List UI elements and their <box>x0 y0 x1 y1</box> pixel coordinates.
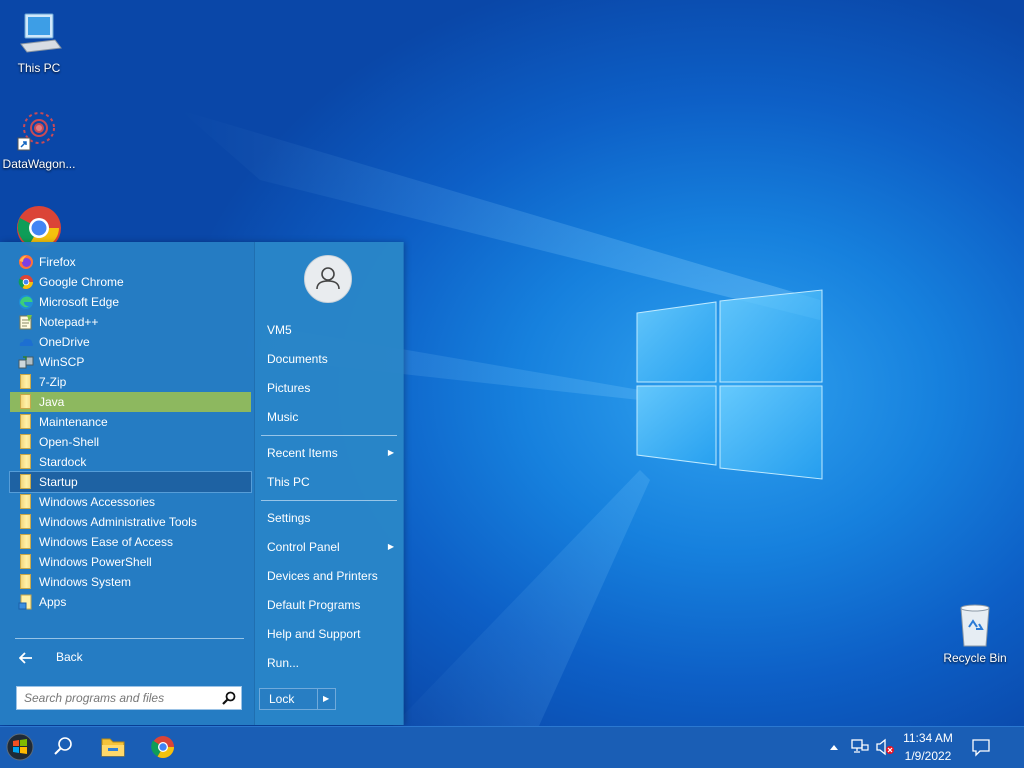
program-item-startup[interactable]: Startup <box>9 471 252 493</box>
documents-item[interactable]: Documents <box>260 348 398 370</box>
chevron-right-icon[interactable]: ▶ <box>323 694 329 703</box>
onedrive-icon <box>18 334 34 350</box>
programs-separator <box>15 638 244 639</box>
show-hidden-icons-button[interactable] <box>826 739 842 755</box>
folder-icon <box>20 574 31 589</box>
program-item-windows-administrative-tools[interactable]: Windows Administrative Tools <box>10 512 251 532</box>
help-and-support-item[interactable]: Help and Support <box>260 623 398 645</box>
places-separator <box>261 500 397 501</box>
network-tray-button[interactable] <box>850 737 870 757</box>
chrome-icon <box>18 274 34 290</box>
lock-button[interactable]: Lock ▶ <box>259 688 336 710</box>
desktop-icon-datawagon[interactable]: DataWagon... <box>0 106 81 171</box>
taskbar-search-button[interactable] <box>42 727 86 768</box>
search-box[interactable] <box>16 686 242 710</box>
folder-icon <box>20 554 31 569</box>
folder-icon <box>20 434 31 449</box>
program-item-windows-accessories[interactable]: Windows Accessories <box>10 492 251 512</box>
this-pc-item[interactable]: This PC <box>260 471 398 493</box>
control-panel-item[interactable]: Control Panel ▶ <box>260 536 398 558</box>
arrow-left-icon <box>18 650 33 672</box>
computer-icon <box>15 10 63 58</box>
folder-icon <box>20 474 31 489</box>
settings-item[interactable]: Settings <box>260 507 398 529</box>
apps-folder-icon <box>18 594 34 610</box>
run-item[interactable]: Run... <box>260 652 398 674</box>
folder-icon <box>20 414 31 429</box>
program-item-windows-system[interactable]: Windows System <box>10 572 251 592</box>
pictures-item[interactable]: Pictures <box>260 377 398 399</box>
user-name-item[interactable]: VM5 <box>260 319 398 341</box>
program-item-stardock[interactable]: Stardock <box>10 452 251 472</box>
desktop-icon-label: This PC <box>17 61 61 75</box>
search-input[interactable] <box>17 687 213 709</box>
folder-icon <box>20 374 31 389</box>
desktop-icon-recycle-bin[interactable]: Recycle Bin <box>933 600 1017 665</box>
lock-button-divider <box>317 689 318 709</box>
program-item-apps[interactable]: Apps <box>10 592 251 612</box>
desktop-icon-label: DataWagon... <box>2 157 76 171</box>
program-item-onedrive[interactable]: OneDrive <box>10 332 251 352</box>
folder-icon <box>20 394 31 409</box>
search-icon <box>54 737 72 755</box>
start-menu-programs-pane: Firefox Google Chrome Microsoft Edge Not… <box>0 242 254 725</box>
default-programs-item[interactable]: Default Programs <box>260 594 398 616</box>
program-list: Firefox Google Chrome Microsoft Edge Not… <box>9 252 252 612</box>
taskbar-chrome-button[interactable] <box>141 727 185 768</box>
folder-icon <box>20 514 31 529</box>
music-item[interactable]: Music <box>260 406 398 428</box>
program-item-google-chrome[interactable]: Google Chrome <box>10 272 251 292</box>
program-item-microsoft-edge[interactable]: Microsoft Edge <box>10 292 251 312</box>
recycle-bin-icon <box>951 600 999 648</box>
program-item-notepad-plus-plus[interactable]: Notepad++ <box>10 312 251 332</box>
taskbar-file-explorer-button[interactable] <box>91 727 135 768</box>
program-item-firefox[interactable]: Firefox <box>10 252 251 272</box>
program-item-windows-ease-of-access[interactable]: Windows Ease of Access <box>10 532 251 552</box>
firefox-icon <box>18 254 34 270</box>
start-menu: Firefox Google Chrome Microsoft Edge Not… <box>0 242 404 725</box>
chrome-icon[interactable] <box>15 204 63 250</box>
search-icon[interactable] <box>222 691 236 710</box>
clock-time[interactable]: 11:34 AM <box>893 731 963 745</box>
chevron-right-icon: ▶ <box>387 448 394 457</box>
chrome-icon <box>151 736 174 758</box>
taskbar: 11:34 AM 1/9/2022 <box>0 726 1024 768</box>
start-button[interactable] <box>0 727 44 768</box>
program-item-windows-powershell[interactable]: Windows PowerShell <box>10 552 251 572</box>
start-orb-icon <box>6 733 34 761</box>
edge-icon <box>18 294 34 310</box>
notepad-plus-icon <box>18 314 34 330</box>
user-icon <box>316 267 340 290</box>
back-button[interactable]: Back <box>10 646 251 668</box>
notification-icon <box>972 739 990 757</box>
start-menu-places-pane: VM5 Documents Pictures Music Recent Item… <box>254 242 404 725</box>
network-icon <box>851 739 869 753</box>
folder-icon <box>20 454 31 469</box>
chevron-up-icon <box>830 745 838 750</box>
user-avatar[interactable] <box>304 255 352 303</box>
recent-items-item[interactable]: Recent Items ▶ <box>260 442 398 464</box>
folder-icon <box>20 534 31 549</box>
program-item-java[interactable]: Java <box>10 392 251 412</box>
program-item-open-shell[interactable]: Open-Shell <box>10 432 251 452</box>
places-separator <box>261 435 397 436</box>
chevron-right-icon: ▶ <box>387 542 394 551</box>
desktop-icon-this-pc[interactable]: This PC <box>0 10 81 75</box>
windows-logo-graphic <box>636 289 823 480</box>
datawagon-icon <box>15 106 63 154</box>
program-item-maintenance[interactable]: Maintenance <box>10 412 251 432</box>
folder-icon <box>20 494 31 509</box>
action-center-button[interactable] <box>970 737 992 757</box>
program-item-winscp[interactable]: WinSCP <box>10 352 251 372</box>
program-item-7-zip[interactable]: 7-Zip <box>10 372 251 392</box>
desktop-icon-label: Recycle Bin <box>943 651 1007 665</box>
devices-and-printers-item[interactable]: Devices and Printers <box>260 565 398 587</box>
winscp-icon <box>18 354 34 370</box>
desktop: This PC DataWagon... Recycle Bin Firefox… <box>0 0 1024 768</box>
file-explorer-icon <box>101 738 125 757</box>
clock-date[interactable]: 1/9/2022 <box>893 749 963 763</box>
